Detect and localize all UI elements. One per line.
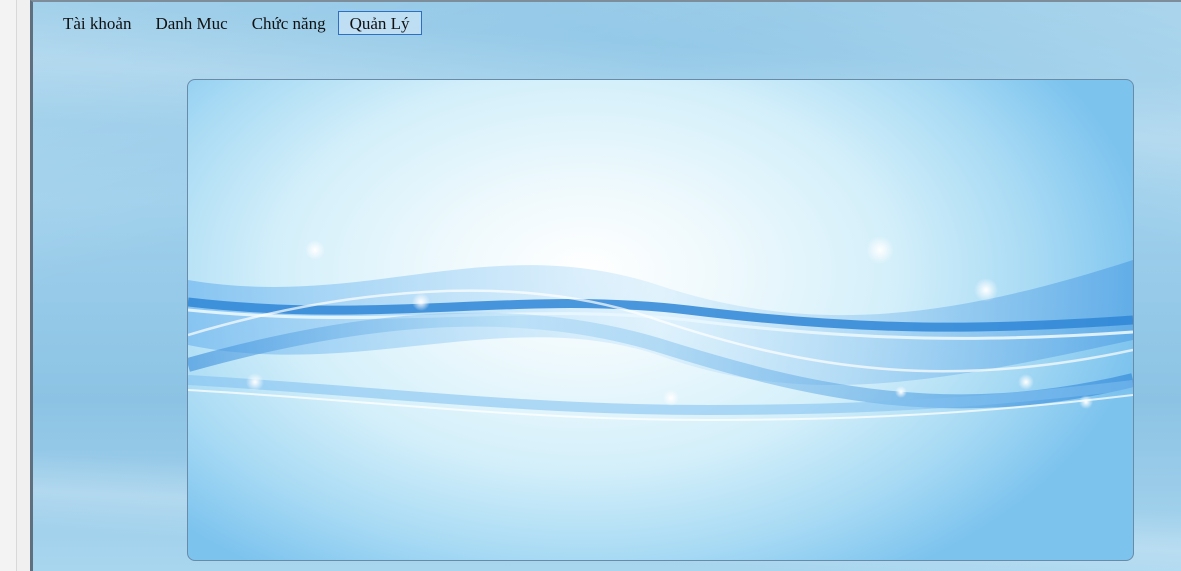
wave-artwork <box>188 236 1133 422</box>
background-picture <box>187 79 1134 561</box>
menu-bar: Tài khoản Danh Muc Chức năng Quản Lý <box>51 11 422 35</box>
menu-item-quan-ly[interactable]: Quản Lý <box>337 11 422 35</box>
main-window: Tài khoản Danh Muc Chức năng Quản Lý <box>30 0 1181 571</box>
menu-item-tai-khoan[interactable]: Tài khoản <box>51 11 143 35</box>
left-gutter <box>0 0 17 571</box>
menu-item-danh-muc[interactable]: Danh Muc <box>143 11 239 35</box>
menu-item-chuc-nang[interactable]: Chức năng <box>240 11 338 35</box>
